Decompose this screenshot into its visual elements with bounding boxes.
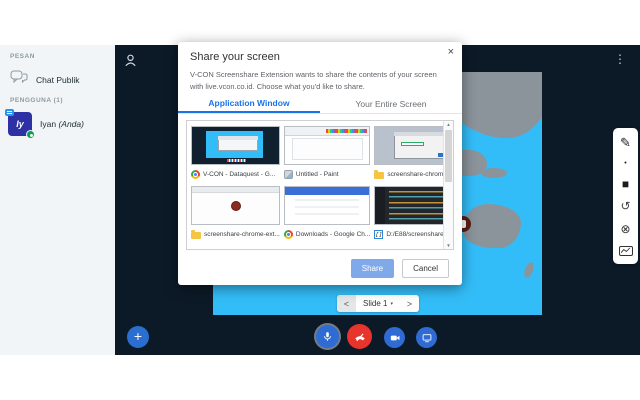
pencil-tool-icon[interactable]: ✎ (620, 136, 631, 149)
camera-icon (389, 332, 401, 344)
person-icon (123, 53, 138, 73)
close-icon[interactable]: × (448, 46, 454, 58)
scroll-down-icon[interactable]: ▼ (446, 243, 450, 248)
hangup-button[interactable] (347, 324, 372, 349)
window-picker-area: V-CON - Dataquest - G... Untitled - Pain… (186, 120, 454, 250)
map-landmass (463, 204, 521, 248)
tab-application-window[interactable]: Application Window (178, 94, 320, 113)
map-landmass (523, 261, 536, 279)
window-tile-downloads[interactable]: Downloads - Google Ch... (284, 186, 370, 244)
thumb-art (218, 136, 258, 140)
user-name-suffix: (Anda) (58, 119, 84, 129)
overflow-menu-icon[interactable]: ⋮ (614, 53, 626, 65)
presenter-badge-icon (26, 130, 35, 139)
tile-label-text: V-CON - Dataquest - G... (203, 171, 275, 178)
window-tile-vcon[interactable]: V-CON - Dataquest - G... (191, 126, 280, 184)
clear-annotations-icon[interactable]: ⊗ (620, 223, 630, 235)
slide-label: Slide 1 (363, 299, 387, 308)
tile-label-text: Downloads - Google Ch... (296, 231, 370, 238)
microphone-icon (321, 330, 334, 343)
thumb-art (227, 159, 246, 162)
app-window: PESAN Chat Publik PENGGUNA (1) Iy Iyan (… (0, 0, 640, 400)
thumb-art (295, 199, 359, 219)
tile-label: Untitled - Paint (284, 167, 370, 181)
thumb-art (375, 187, 385, 224)
tab-entire-screen[interactable]: Your Entire Screen (320, 94, 462, 113)
thumb-art (231, 201, 241, 211)
tile-label: Downloads - Google Ch... (284, 227, 370, 241)
code-editor-icon: [] (374, 230, 383, 239)
camera-button[interactable] (384, 327, 405, 348)
next-slide-button[interactable]: > (400, 295, 419, 312)
window-tile-explorer[interactable]: screenshare-chrome-ext... (191, 186, 280, 244)
brush-size-dot-icon[interactable]: • (624, 160, 626, 167)
avatar: Iy (8, 112, 32, 136)
window-thumbnail[interactable] (284, 186, 370, 225)
avatar-initials: Iy (16, 119, 24, 129)
add-content-button[interactable]: + (127, 326, 149, 348)
sidebar-item-label: Chat Publik (36, 75, 79, 85)
window-thumbnail[interactable] (284, 126, 370, 165)
thumb-art (292, 138, 363, 159)
thumb-art (285, 187, 369, 195)
cancel-button[interactable]: Cancel (402, 259, 449, 278)
thumb-art (192, 187, 279, 193)
undo-icon[interactable]: ↺ (620, 200, 630, 212)
users-header: PENGGUNA (1) (10, 97, 115, 104)
sidebar-item-public-chat[interactable]: Chat Publik (10, 70, 115, 89)
user-list-item[interactable]: Iy Iyan (Anda) (8, 112, 115, 136)
tile-label: V-CON - Dataquest - G... (191, 167, 280, 181)
scroll-up-icon[interactable]: ▲ (446, 122, 450, 127)
microphone-button[interactable] (316, 325, 339, 348)
sidebar: PESAN Chat Publik PENGGUNA (1) Iy Iyan (… (0, 45, 115, 355)
window-thumbnail[interactable] (191, 126, 280, 165)
chat-bubbles-icon (10, 70, 28, 89)
thumb-art (326, 129, 367, 133)
dialog-description: V-CON Screenshare Extension wants to sha… (190, 69, 452, 92)
slide-select-dropdown[interactable]: Slide 1 ▾ (356, 295, 400, 312)
chevron-down-icon: ▾ (390, 301, 393, 307)
map-landmass (481, 168, 507, 178)
tile-label-text: screenshare-chrome-ext... (204, 231, 280, 238)
scrollbar[interactable]: ▲ ▼ (443, 121, 453, 249)
thumb-art (401, 142, 424, 146)
slide-navigation: < Slide 1 ▾ > (337, 295, 419, 312)
folder-icon (191, 232, 201, 239)
line-tool-icon[interactable] (619, 246, 633, 256)
screen-icon (421, 332, 433, 344)
paint-icon (284, 170, 293, 179)
window-grid: V-CON - Dataquest - G... Untitled - Pain… (187, 121, 443, 249)
user-name-text: Iyan (40, 119, 56, 129)
phone-hangup-icon (353, 330, 367, 344)
window-thumbnail[interactable] (191, 186, 280, 225)
user-name: Iyan (Anda) (40, 119, 84, 129)
dialog-tabs: Application Window Your Entire Screen (178, 94, 462, 114)
annotation-toolbar: ✎ • ■ ↺ ⊗ (613, 128, 638, 264)
dialog-footer: Share Cancel (351, 259, 449, 278)
chat-badge-icon (5, 109, 14, 116)
chrome-icon (191, 170, 200, 179)
dialog-title: Share your screen (190, 51, 280, 63)
window-tile-paint[interactable]: Untitled - Paint (284, 126, 370, 184)
screenshare-button[interactable] (416, 327, 437, 348)
folder-icon (374, 172, 384, 179)
chrome-icon (284, 230, 293, 239)
share-button[interactable]: Share (351, 259, 394, 278)
prev-slide-button[interactable]: < (337, 295, 356, 312)
scrollbar-thumb[interactable] (445, 130, 452, 182)
messages-header: PESAN (10, 53, 115, 60)
tile-label: screenshare-chrome-ext... (191, 227, 280, 241)
color-swatch-icon[interactable]: ■ (622, 178, 629, 190)
share-screen-dialog: × Share your screen V-CON Screenshare Ex… (178, 42, 462, 285)
tile-label-text: Untitled - Paint (296, 171, 339, 178)
